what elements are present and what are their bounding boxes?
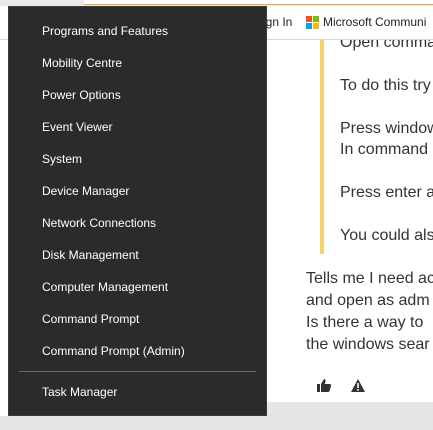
quote-line: Press window <box>340 120 433 137</box>
paragraph-line: and open as adm <box>306 292 430 309</box>
menu-item-system[interactable]: System <box>42 152 82 166</box>
menu-item-power-options[interactable]: Power Options <box>42 88 121 102</box>
menu-item-mobility-centre[interactable]: Mobility Centre <box>42 56 122 70</box>
menu-item-event-viewer[interactable]: Event Viewer <box>42 120 112 134</box>
menu-item-disk-management[interactable]: Disk Management <box>42 248 139 262</box>
horizontal-scrollbar[interactable] <box>266 402 433 430</box>
quote-line: Press enter a <box>340 184 433 201</box>
paragraph-line: Is there a way to <box>306 314 424 331</box>
menu-item-computer-management[interactable]: Computer Management <box>42 280 168 294</box>
quote-line: Open comma <box>340 40 433 51</box>
bookmark-microsoft-community[interactable]: Microsoft Communi <box>306 15 426 29</box>
paragraph-line: Tells me I need ac <box>306 270 433 287</box>
power-user-menu: Programs and Features Mobility Centre Po… <box>8 6 267 416</box>
bookmark-label: Microsoft Communi <box>323 15 427 29</box>
bookmark-sign-in[interactable]: ign In <box>263 15 292 29</box>
paragraph-line: the windows sear <box>306 336 430 353</box>
menu-item-command-prompt-admin[interactable]: Command Prompt (Admin) <box>42 344 185 358</box>
microsoft-logo-icon <box>306 15 319 29</box>
menu-item-task-manager[interactable]: Task Manager <box>42 385 117 399</box>
page-bottom-bar <box>0 416 266 430</box>
warning-icon[interactable] <box>350 378 366 396</box>
quote-line: In command <box>340 141 429 158</box>
menu-item-command-prompt[interactable]: Command Prompt <box>42 312 139 326</box>
quote-line: To do this try <box>340 77 431 94</box>
menu-item-network-connections[interactable]: Network Connections <box>42 216 156 230</box>
article-content: Open comma To do this try Press window I… <box>266 40 433 402</box>
menu-separator <box>19 371 256 372</box>
quote-line: You could als <box>340 227 433 244</box>
address-bar[interactable] <box>84 0 433 5</box>
menu-item-device-manager[interactable]: Device Manager <box>42 184 129 198</box>
menu-item-programs-and-features[interactable]: Programs and Features <box>42 24 168 38</box>
thumbs-up-icon[interactable] <box>316 378 332 396</box>
